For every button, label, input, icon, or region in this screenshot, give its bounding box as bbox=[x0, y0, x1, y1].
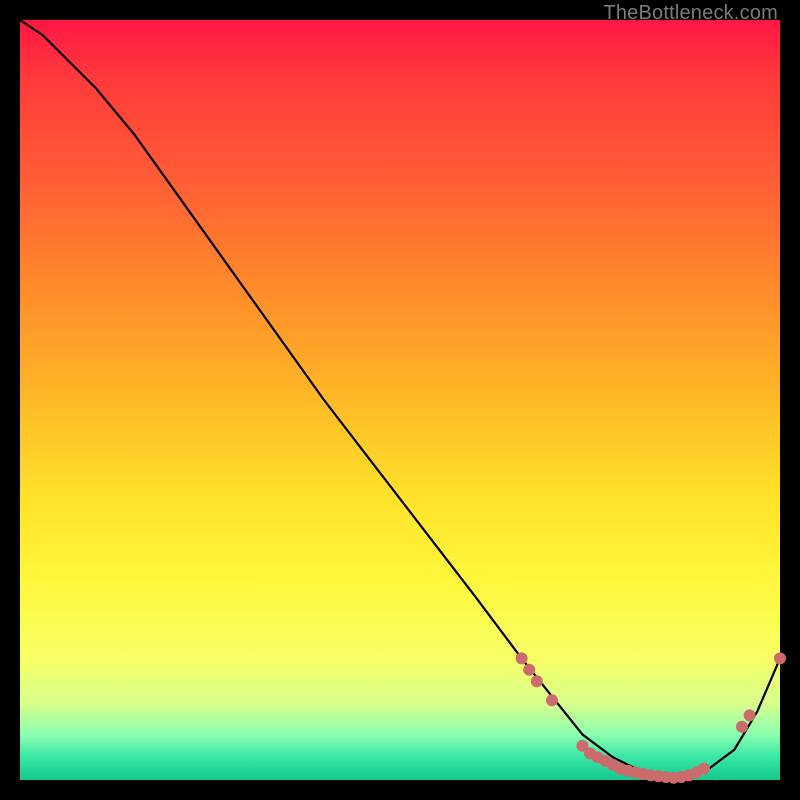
bottleneck-curve bbox=[20, 20, 780, 780]
data-point bbox=[736, 721, 748, 733]
watermark-text: TheBottleneck.com bbox=[603, 2, 778, 25]
chart-svg bbox=[20, 20, 780, 780]
data-point bbox=[698, 763, 710, 775]
data-point bbox=[531, 675, 543, 687]
data-point bbox=[774, 652, 786, 664]
data-point bbox=[744, 709, 756, 721]
chart-frame bbox=[20, 20, 780, 780]
data-point bbox=[516, 652, 528, 664]
data-point bbox=[546, 694, 558, 706]
data-point bbox=[523, 664, 535, 676]
data-points-group bbox=[516, 652, 786, 783]
